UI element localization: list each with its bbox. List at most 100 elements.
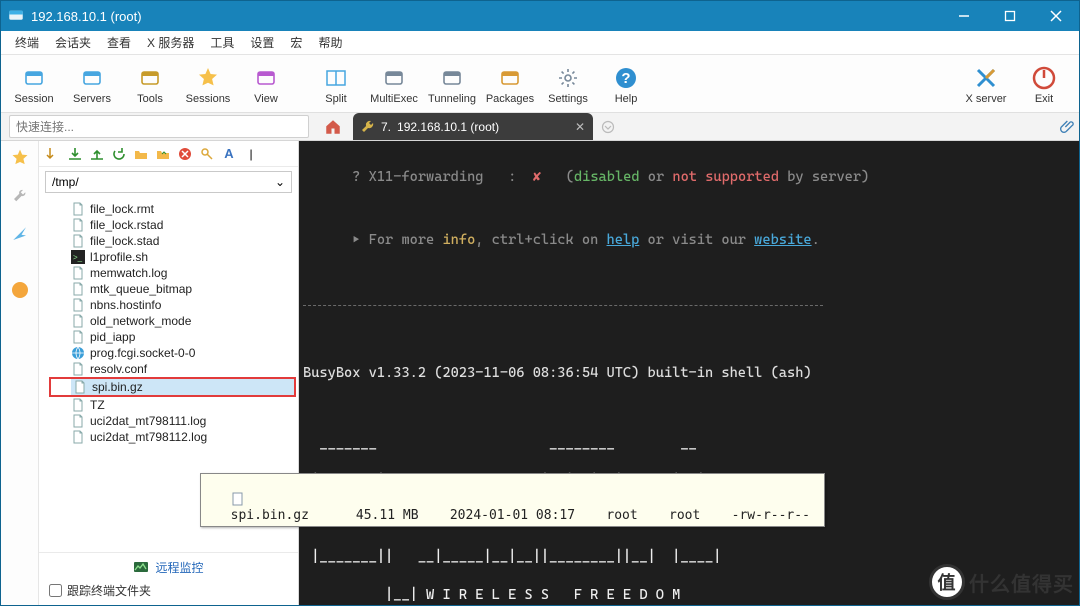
tools-button[interactable]: Tools [121,65,179,105]
delete-icon[interactable] [175,144,195,164]
file-item[interactable]: pid_iapp [69,329,296,345]
sidetab-favorites[interactable] [9,147,31,169]
menu-item[interactable]: 查看 [99,32,139,53]
term-icon: >_ [71,250,85,264]
file-icon [71,266,85,280]
follow-terminal-checkbox[interactable]: 跟踪终端文件夹 [49,582,151,599]
file-item[interactable]: uci2dat_mt798112.log [69,429,296,445]
multiexec-button[interactable]: MultiExec [365,65,423,105]
file-item[interactable]: mtk_queue_bitmap [69,281,296,297]
exit-button[interactable]: Exit [1015,65,1073,105]
file-item[interactable]: resolv.conf [69,361,296,377]
packages-button[interactable]: Packages [481,65,539,105]
file-item[interactable]: file_lock.rmt [69,201,296,217]
menu-bar: 终端会话夹查看X 服务器工具设置宏帮助 [1,31,1079,55]
watermark-text: 什么值得买 [969,568,1074,597]
toolbar-label: MultiExec [370,93,418,105]
maximize-button[interactable] [987,1,1033,31]
settings-button[interactable]: Settings [539,65,597,105]
website-link[interactable]: website [754,232,811,248]
split-icon [323,65,349,91]
file-icon [71,218,85,232]
letter-a-icon[interactable]: A [219,144,239,164]
file-item[interactable]: old_network_mode [69,313,296,329]
file-icon [71,298,85,312]
sort-icon[interactable] [43,144,63,164]
file-item[interactable]: memwatch.log [69,265,296,281]
sessions-icon [195,65,221,91]
file-icon [71,202,85,216]
sidetab-macros[interactable] [9,223,31,245]
file-item[interactable]: nbns.hostinfo [69,297,296,313]
home-tab[interactable] [313,113,353,140]
menu-item[interactable]: 终端 [7,32,47,53]
sidetab-tools[interactable] [9,185,31,207]
servers-icon [79,65,105,91]
file-item[interactable]: TZ [69,397,296,413]
download-icon[interactable] [65,144,85,164]
app-icon [7,7,25,25]
menu-item[interactable]: 宏 [282,32,310,53]
remote-monitor-label: 远程监控 [155,559,203,576]
file as name: l1profile.sh [90,250,148,264]
xserver-button[interactable]: X server [957,65,1015,105]
minimize-button[interactable] [941,1,987,31]
sftp-path-value: /tmp/ [52,175,79,189]
file-item[interactable]: uci2dat_mt798111.log [69,413,296,429]
xserver-icon [973,65,999,91]
upload-icon[interactable] [87,144,107,164]
file-item[interactable]: >_ l1profile.sh [69,249,296,265]
quick-connect-input[interactable] [9,115,309,138]
watermark: 值 什么值得买 [929,564,1074,600]
monitor-icon [133,561,149,575]
paperclip-icon[interactable] [1057,113,1079,140]
help-link[interactable]: help [607,232,640,248]
file-tooltip: spi.bin.gz 45.11 MB 2024-01-01 08:17 roo… [200,473,825,527]
close-button[interactable] [1033,1,1079,31]
file-item[interactable]: file_lock.rstad [69,217,296,233]
refresh-icon[interactable] [109,144,129,164]
menu-item[interactable]: 帮助 [310,32,350,53]
file-item[interactable]: file_lock.stad [69,233,296,249]
file as name: spi.bin.gz [92,380,143,394]
view-button[interactable]: View [237,65,295,105]
session-icon [21,65,47,91]
tab-label: 192.168.10.1 (root) [397,120,499,134]
file as name: resolv.conf [90,362,147,376]
session-tab[interactable]: 7. 192.168.10.1 (root) ✕ [353,113,593,140]
servers-button[interactable]: Servers [63,65,121,105]
follow-terminal-input[interactable] [49,584,62,597]
menu-item[interactable]: 会话夹 [47,32,99,53]
tools-icon [137,65,163,91]
terminal-output[interactable]: ? X11-forwarding : ✘ (disabled or not su… [299,141,1079,605]
help-button[interactable]: ?Help [597,65,655,105]
file as name: file_lock.rmt [90,202,154,216]
new-tab-button[interactable] [593,113,623,140]
file-item[interactable]: prog.fcgi.socket-0-0 [69,345,296,361]
packages-icon [497,65,523,91]
sftp-path-dropdown[interactable]: /tmp/ ⌄ [45,171,292,193]
key-icon[interactable] [197,144,217,164]
tab-close-icon[interactable]: ✕ [575,120,585,134]
side-tab-bar [1,141,39,605]
file as name: nbns.hostinfo [90,298,161,312]
toolbar-label: Exit [1035,93,1053,105]
tunneling-button[interactable]: Tunneling [423,65,481,105]
file-icon [71,362,85,376]
split-button[interactable]: Split [307,65,365,105]
toolbar-label: Session [14,93,53,105]
more-line: ▸ For more [352,232,442,248]
menu-item[interactable]: X 服务器 [139,32,202,53]
menu-item[interactable]: 工具 [202,32,242,53]
sidetab-sftp[interactable] [9,279,31,301]
up-folder-icon[interactable] [153,144,173,164]
sessions-button[interactable]: Sessions [179,65,237,105]
divider-icon: | [241,144,261,164]
file as name: prog.fcgi.socket-0-0 [90,346,195,360]
remote-monitor-button[interactable]: 远程监控 [133,559,203,576]
new-folder-icon[interactable] [131,144,151,164]
file-item[interactable]: spi.bin.gz [71,379,294,395]
file as name: pid_iapp [90,330,135,344]
menu-item[interactable]: 设置 [242,32,282,53]
session-button[interactable]: Session [5,65,63,105]
